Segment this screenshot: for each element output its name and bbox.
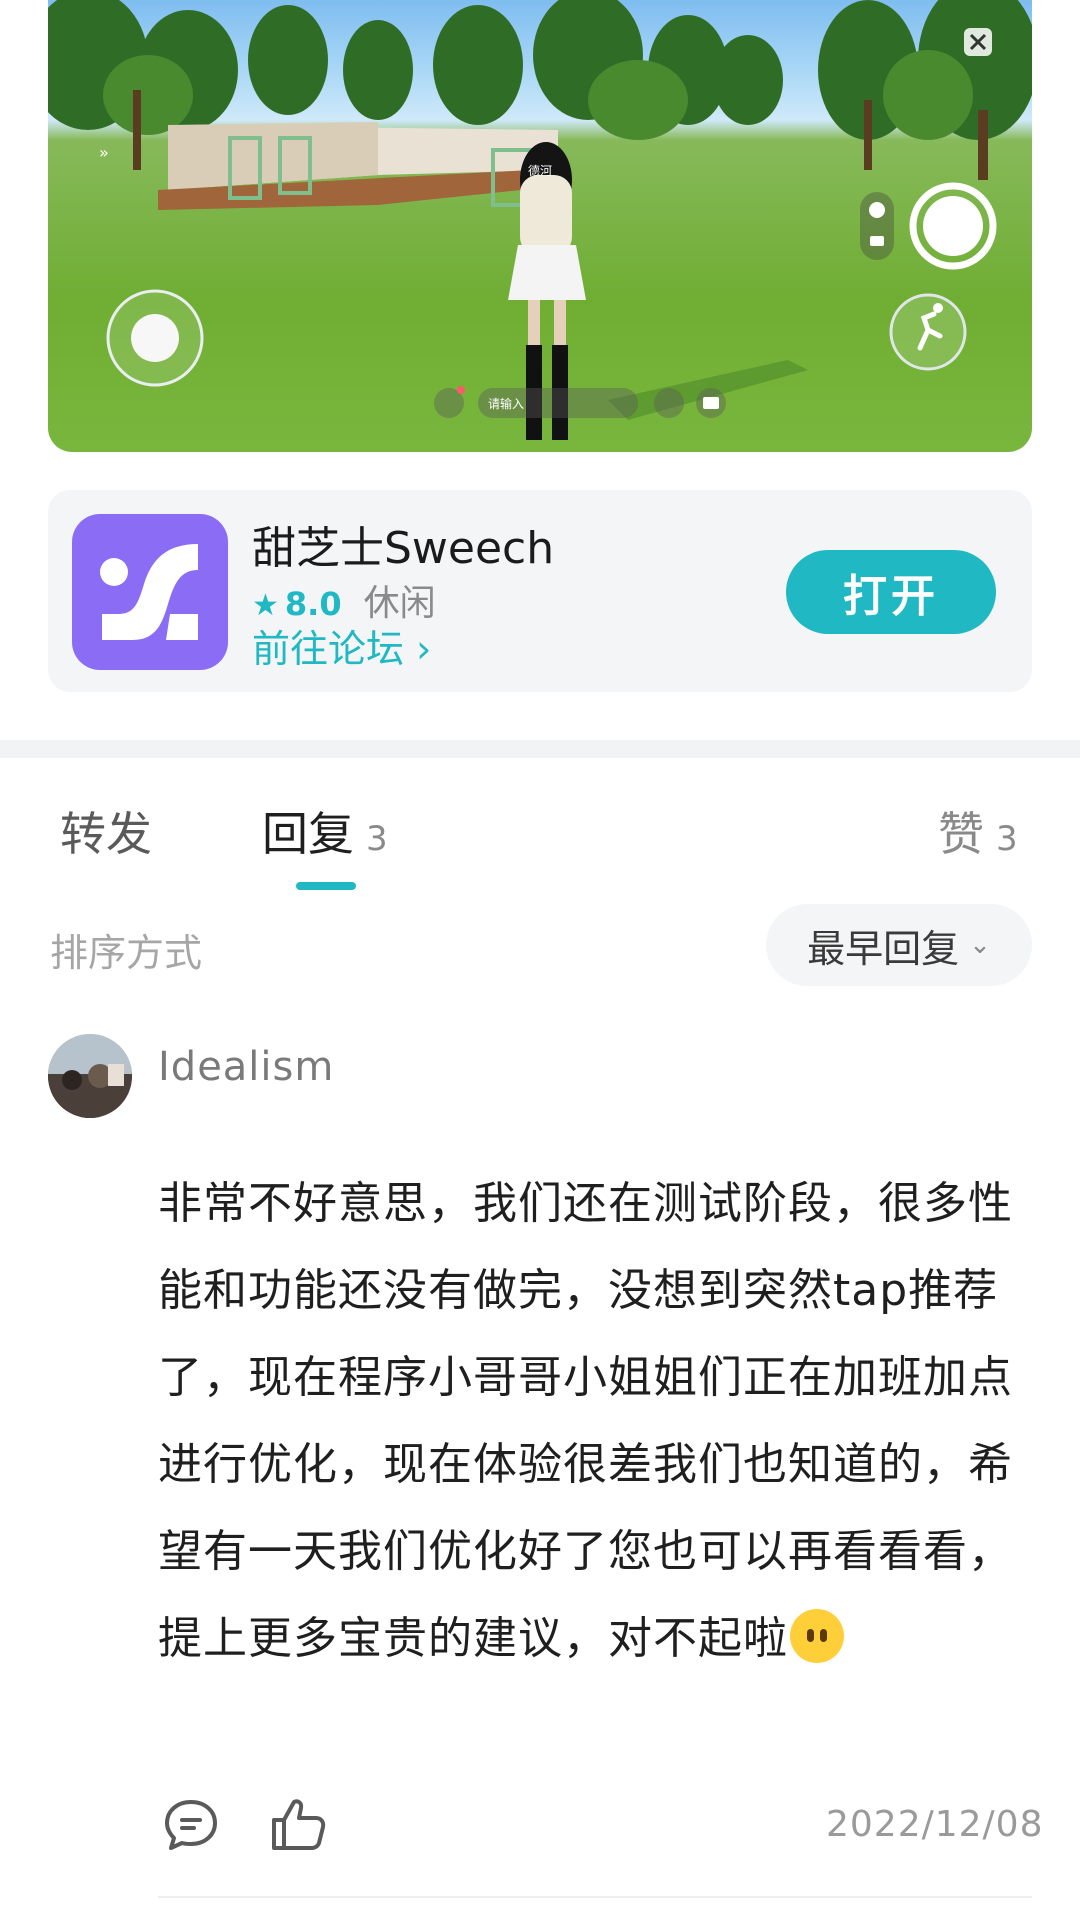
- sort-label: 排序方式: [50, 931, 203, 975]
- game-scene: » 德河 请输入: [48, 0, 1032, 440]
- tab-count: 3: [996, 819, 1018, 859]
- tab-label: 赞: [938, 807, 984, 861]
- thumbs-up-icon[interactable]: [268, 1794, 328, 1854]
- active-tab-indicator: [296, 882, 356, 890]
- sort-selected: 最早回复: [807, 926, 960, 971]
- open-app-button[interactable]: 打开: [786, 550, 996, 634]
- app-logo: [72, 514, 228, 670]
- character-tag: 德河: [528, 163, 552, 178]
- forum-link[interactable]: 前往论坛 ›: [252, 618, 431, 673]
- tab-like[interactable]: 赞3: [938, 798, 1018, 864]
- tab-forward[interactable]: 转发: [60, 798, 152, 864]
- app-card[interactable]: 甜芝士Sweech ★ 8.0 休闲 前往论坛 › 打开: [48, 490, 1032, 692]
- comment-text: 非常不好意思，我们还在测试阶段，很多性能和功能还没有做完，没想到突然tap推荐了…: [158, 1178, 1013, 1664]
- comment-username[interactable]: Idealism: [158, 1044, 334, 1090]
- app-name: 甜芝士Sweech: [252, 523, 555, 574]
- speechless-face-emoji-icon: [790, 1609, 844, 1663]
- game-screenshot[interactable]: » 德河 请输入: [48, 0, 1032, 452]
- expand-arrow-icon[interactable]: »: [99, 143, 109, 162]
- tab-label: 转发: [60, 807, 152, 861]
- chat-input-placeholder: 请输入: [488, 396, 524, 411]
- chevron-down-icon: ⌄: [969, 930, 991, 960]
- comment-icon[interactable]: [162, 1796, 220, 1854]
- section-divider: [0, 740, 1080, 758]
- sort-dropdown[interactable]: 最早回复 ⌄: [766, 904, 1032, 986]
- comment-body: 非常不好意思，我们还在测试阶段，很多性能和功能还没有做完，没想到突然tap推荐了…: [158, 1160, 1028, 1682]
- comment-date: 2022/12/08: [826, 1804, 1044, 1845]
- comment-divider: [158, 1896, 1032, 1898]
- avatar[interactable]: [48, 1034, 132, 1118]
- tab-label: 回复: [262, 807, 354, 861]
- tab-count: 3: [366, 819, 388, 859]
- tab-reply[interactable]: 回复 3: [262, 798, 388, 864]
